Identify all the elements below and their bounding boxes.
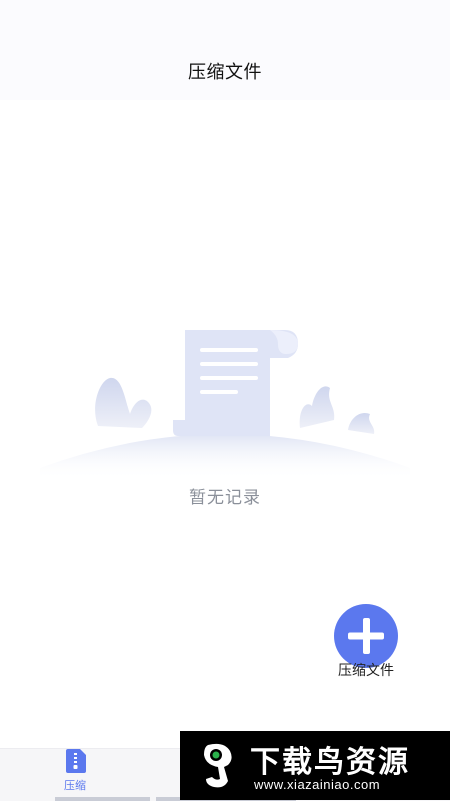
app-header: 压缩文件 bbox=[0, 0, 450, 100]
plus-icon bbox=[348, 618, 384, 654]
watermark-banner: 下载鸟资源 www.xiazainiao.com bbox=[180, 731, 450, 800]
compress-file-label[interactable]: 压缩文件 bbox=[316, 660, 416, 680]
compress-file-button[interactable] bbox=[334, 604, 398, 668]
document-scroll-icon bbox=[40, 330, 410, 480]
nav-item-compress[interactable]: 压缩 bbox=[40, 749, 110, 801]
zip-file-icon bbox=[66, 749, 86, 773]
empty-state-message: 暂无记录 bbox=[189, 488, 261, 508]
main-content: 暂无记录 压缩文件 bbox=[0, 100, 450, 748]
nav-divider bbox=[55, 797, 150, 801]
watermark-title: 下载鸟资源 bbox=[250, 745, 410, 780]
page-title: 压缩文件 bbox=[188, 62, 262, 83]
nav-item-compress-label: 压缩 bbox=[64, 779, 86, 792]
bird-logo-icon bbox=[204, 743, 232, 788]
watermark-url: www.xiazainiao.com bbox=[254, 777, 381, 792]
